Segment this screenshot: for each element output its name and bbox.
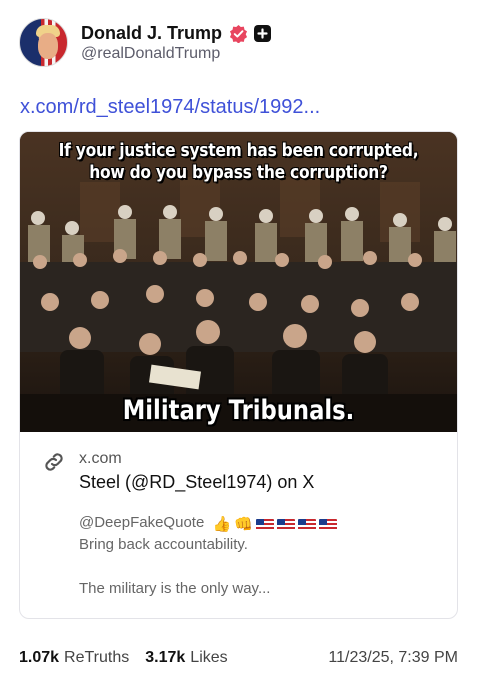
link-icon — [45, 453, 63, 471]
meme-image[interactable]: If your justice system has been corrupte… — [20, 132, 457, 432]
verified-badge-icon — [229, 24, 248, 43]
post-header: Donald J. Trump @realDonaldTrump — [19, 18, 272, 67]
display-name[interactable]: Donald J. Trump — [81, 23, 222, 44]
plus-badge-icon — [254, 24, 272, 42]
meme-caption-bottom: Military Tribunals. — [122, 395, 355, 426]
emoji-flags: 👍 👊 — [212, 514, 339, 536]
quote-handle: @DeepFakeQuote — [79, 514, 205, 531]
thumbs-up-icon: 👍 — [212, 516, 232, 533]
author-info: Donald J. Trump @realDonaldTrump — [81, 22, 272, 63]
post-stats: 1.07k ReTruths 3.17k Likes 11/23/25, 7:39 … — [19, 649, 458, 667]
handle[interactable]: @realDonaldTrump — [81, 45, 271, 63]
timestamp: 11/23/25, 7:39 PM — [328, 649, 458, 666]
link-preview-card[interactable]: If your justice system has been corrupte… — [19, 131, 458, 619]
retruths-stat[interactable]: 1.07k ReTruths — [19, 649, 129, 667]
preview-domain: x.com — [79, 450, 122, 467]
preview-line-1: Bring back accountability. — [79, 536, 248, 553]
fist-icon: 👊 — [234, 516, 253, 533]
meme-caption-top: If your justice system has been corrupte… — [58, 140, 419, 183]
likes-stat[interactable]: 3.17k Likes — [145, 649, 227, 667]
us-flag-icon — [255, 519, 274, 532]
avatar[interactable] — [19, 18, 68, 67]
us-flag-icon — [318, 519, 337, 532]
link-preview-body[interactable]: x.com Steel (@RD_Steel1974) on X @DeepFa… — [20, 432, 457, 618]
preview-line-2: The military is the only way... — [79, 580, 271, 597]
us-flag-icon — [297, 519, 316, 532]
us-flag-icon — [276, 519, 295, 532]
post-link[interactable]: x.com/rd_steel1974/status/1992... — [20, 96, 320, 119]
preview-description: @DeepFakeQuote 👍 👊 Bring back accountabil… — [79, 512, 449, 600]
preview-title[interactable]: Steel (@RD_Steel1974) on X — [79, 472, 314, 493]
